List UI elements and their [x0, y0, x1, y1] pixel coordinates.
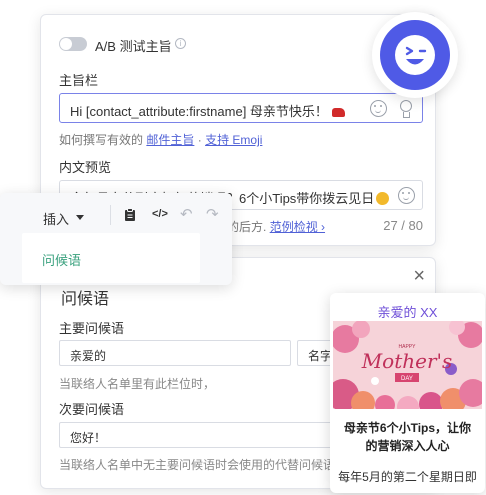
- mothers-day-banner-image: HAPPY Mother's DAY: [333, 321, 482, 409]
- banner-script-text: Mother's: [361, 349, 453, 373]
- ab-test-toggle[interactable]: [59, 37, 87, 51]
- preview-label: 内文预览: [59, 160, 112, 175]
- code-icon[interactable]: </>: [152, 208, 168, 220]
- subject-value: Hi [contact_attribute:firstname] 母亲节快乐！: [70, 101, 345, 120]
- card-title: 母亲节6个小Tips，让你 的营销深入人心: [343, 421, 472, 453]
- redo-icon[interactable]: ↷: [206, 205, 219, 223]
- subject-input[interactable]: Hi [contact_attribute:firstname] 母亲节快乐！: [59, 93, 423, 123]
- info-icon[interactable]: i: [175, 38, 186, 49]
- subject-help-link[interactable]: 邮件主旨: [146, 133, 194, 147]
- chevron-down-icon[interactable]: [76, 215, 84, 220]
- toolbar-divider: [110, 205, 111, 225]
- primary-greeting-input[interactable]: 亲爱的: [59, 340, 291, 366]
- primary-greeting-label: 主要问候语: [59, 321, 125, 336]
- card-greeting: 亲爱的 XX: [377, 305, 438, 320]
- avatar: [372, 12, 458, 98]
- preview-note: 的后方. 范例检视 ›: [227, 220, 326, 234]
- insert-dropdown[interactable]: 插入: [43, 209, 69, 228]
- clipboard-icon[interactable]: [124, 208, 136, 225]
- example-view-link[interactable]: 范例检视 ›: [270, 220, 325, 234]
- emoji-picker-icon[interactable]: [398, 187, 415, 204]
- char-counter: 27 / 80: [383, 218, 423, 233]
- primary-greeting-hint: 当联络人名单里有此栏位时，: [59, 377, 216, 391]
- emoji-picker-icon[interactable]: [370, 100, 387, 117]
- ab-test-label: A/B 测试主旨: [95, 39, 172, 54]
- card-footer: 每年5月的第二个星期日即: [338, 470, 477, 484]
- subject-help: 如何撰写有效的 邮件主旨 · 支持 Emoji: [59, 133, 263, 147]
- lightbulb-icon[interactable]: [400, 100, 412, 118]
- smiley-icon: [380, 20, 450, 90]
- menu-item-greeting[interactable]: 问候语: [42, 250, 81, 269]
- secondary-greeting-label: 次要问候语: [59, 402, 125, 417]
- greeting-title: 问候语: [61, 291, 110, 308]
- mothers-day-preview-card: 亲爱的 XX HAPPY Mother's DAY 母亲节6个小Tips，让你 …: [330, 293, 485, 493]
- secondary-greeting-input[interactable]: 您好！: [59, 422, 357, 448]
- shoe-emoji-icon: [331, 108, 345, 117]
- banner-day-text: DAY: [401, 376, 413, 382]
- emoji-support-link[interactable]: 支持 Emoji: [205, 133, 262, 147]
- sun-emoji-icon: [376, 192, 390, 205]
- close-icon[interactable]: ×: [413, 266, 425, 286]
- editor-toolbar: 插入 </> ↶ ↷ 问候语: [0, 193, 232, 285]
- insert-menu: 问候语: [22, 233, 200, 283]
- subject-label: 主旨栏: [59, 73, 99, 88]
- secondary-greeting-hint: 当联络人名单中无主要问候语时会使用的代替问候语: [59, 458, 336, 472]
- undo-icon[interactable]: ↶: [180, 205, 193, 223]
